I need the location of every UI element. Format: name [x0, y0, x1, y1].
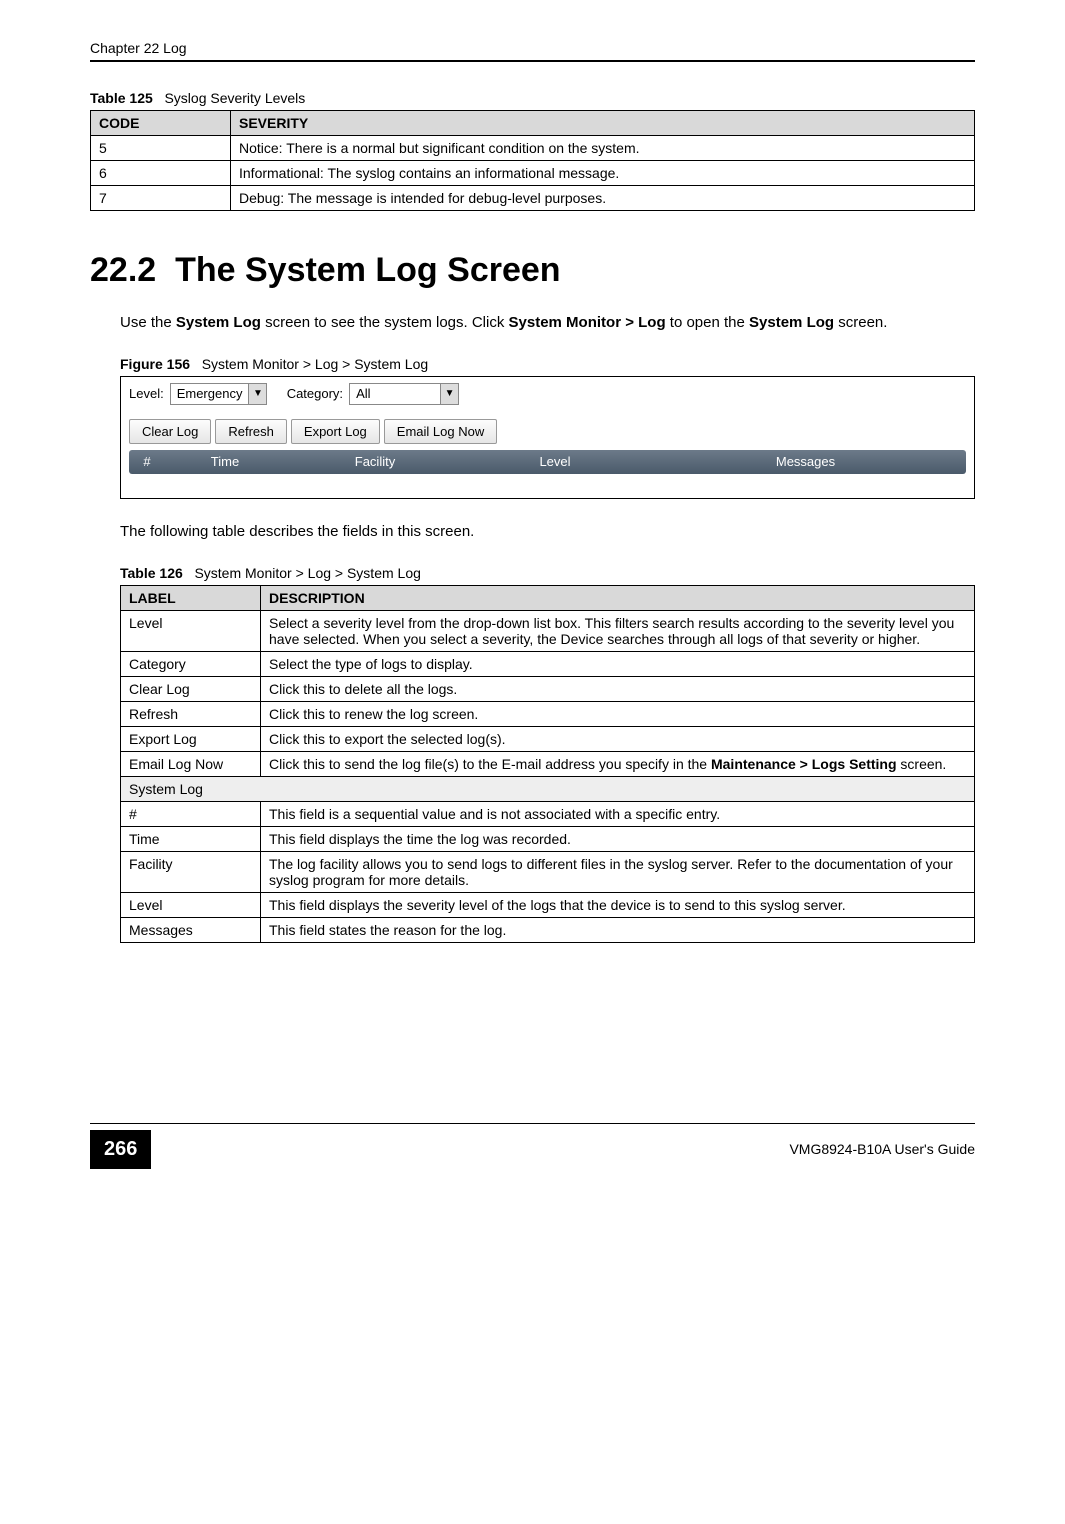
footer-guide-name: VMG8924-B10A User's Guide [789, 1141, 975, 1157]
table126-desc: The log facility allows you to send logs… [261, 851, 975, 892]
page-number: 266 [90, 1130, 151, 1169]
intro-pre: Use the [120, 314, 176, 331]
table126-desc: This field displays the time the log was… [261, 826, 975, 851]
table126-intro: The following table describes the fields… [90, 521, 975, 543]
table125-severity: Debug: The message is intended for debug… [231, 186, 975, 211]
table126: LABEL DESCRIPTION Level Select a severit… [120, 585, 975, 943]
fig-col-num: # [129, 454, 165, 469]
table126-desc: Select the type of logs to display. [261, 651, 975, 676]
table126-header-label: LABEL [121, 585, 261, 610]
level-select[interactable]: Emergency ▼ [170, 383, 268, 405]
level-select-value: Emergency [171, 384, 249, 403]
table126-label: Export Log [121, 726, 261, 751]
table125-severity: Notice: There is a normal but significan… [231, 136, 975, 161]
footer-rule [90, 1123, 975, 1124]
table126-label: Table 126 [120, 565, 183, 581]
table126-label: Level [121, 892, 261, 917]
intro-mid1: screen to see the system logs. Click [261, 314, 509, 331]
table126-label: Messages [121, 917, 261, 942]
intro-b1: System Log [176, 314, 261, 331]
table125-header-severity: SEVERITY [231, 111, 975, 136]
figure156-screenshot: Level: Emergency ▼ Category: All ▼ Clear… [120, 376, 975, 499]
table125-code: 7 [91, 186, 231, 211]
fig-col-time: Time [165, 454, 285, 469]
refresh-button[interactable]: Refresh [215, 419, 287, 444]
chevron-down-icon: ▼ [248, 384, 266, 404]
table125-code: 6 [91, 161, 231, 186]
email-log-now-button[interactable]: Email Log Now [384, 419, 497, 444]
intro-mid2: to open the [666, 314, 749, 331]
section-number: 22.2 [90, 251, 156, 289]
category-select[interactable]: All ▼ [349, 383, 459, 405]
figure156-label: Figure 156 [120, 356, 190, 372]
figure156-caption: Figure 156 System Monitor > Log > System… [90, 356, 975, 372]
table125-caption: Table 125 Syslog Severity Levels [90, 90, 975, 106]
header-rule [90, 60, 975, 62]
fig-col-facility: Facility [285, 454, 465, 469]
figure156-title: System Monitor > Log > System Log [202, 356, 428, 372]
category-label: Category: [287, 386, 343, 401]
table125: CODE SEVERITY 5 Notice: There is a norma… [90, 110, 975, 211]
clear-log-button[interactable]: Clear Log [129, 419, 211, 444]
table126-label: Time [121, 826, 261, 851]
table-row: Category Select the type of logs to disp… [121, 651, 975, 676]
table126-label: Level [121, 610, 261, 651]
table126-desc: Click this to send the log file(s) to th… [261, 751, 975, 776]
table-row: 6 Informational: The syslog contains an … [91, 161, 975, 186]
figure-table-header: # Time Facility Level Messages [129, 450, 966, 474]
table126-caption: Table 126 System Monitor > Log > System … [90, 565, 975, 581]
email-desc-pre: Click this to send the log file(s) to th… [269, 756, 711, 772]
table-row: Messages This field states the reason fo… [121, 917, 975, 942]
table126-desc: This field states the reason for the log… [261, 917, 975, 942]
fig-col-messages: Messages [645, 454, 966, 469]
table125-label: Table 125 [90, 90, 153, 106]
intro-b2: System Monitor > Log [509, 314, 666, 331]
table126-title: System Monitor > Log > System Log [194, 565, 420, 581]
table-row: 5 Notice: There is a normal but signific… [91, 136, 975, 161]
table126-desc: Click this to export the selected log(s)… [261, 726, 975, 751]
table126-desc: Select a severity level from the drop-do… [261, 610, 975, 651]
section-title: The System Log Screen [175, 251, 560, 289]
table126-desc: This field is a sequential value and is … [261, 801, 975, 826]
table126-desc: Click this to renew the log screen. [261, 701, 975, 726]
table-row: Level Select a severity level from the d… [121, 610, 975, 651]
email-desc-post: screen. [897, 756, 947, 772]
chevron-down-icon: ▼ [440, 384, 458, 404]
table-row: Level This field displays the severity l… [121, 892, 975, 917]
table-row: # This field is a sequential value and i… [121, 801, 975, 826]
table125-code: 5 [91, 136, 231, 161]
table-row: Email Log Now Click this to send the log… [121, 751, 975, 776]
chapter-header: Chapter 22 Log [90, 40, 187, 56]
export-log-button[interactable]: Export Log [291, 419, 380, 444]
level-label: Level: [129, 386, 164, 401]
table126-label: Clear Log [121, 676, 261, 701]
table126-label: Facility [121, 851, 261, 892]
table-row: Time This field displays the time the lo… [121, 826, 975, 851]
table126-label: Email Log Now [121, 751, 261, 776]
table-row: 7 Debug: The message is intended for deb… [91, 186, 975, 211]
intro-paragraph: Use the System Log screen to see the sys… [90, 312, 975, 334]
section-heading: 22.2 The System Log Screen [90, 251, 975, 290]
table126-desc: This field displays the severity level o… [261, 892, 975, 917]
fig-col-level: Level [465, 454, 645, 469]
table125-title: Syslog Severity Levels [164, 90, 305, 106]
table-row: Facility The log facility allows you to … [121, 851, 975, 892]
table-row: Export Log Click this to export the sele… [121, 726, 975, 751]
table126-desc: Click this to delete all the logs. [261, 676, 975, 701]
category-select-value: All [350, 384, 440, 403]
table-row: Refresh Click this to renew the log scre… [121, 701, 975, 726]
intro-b3: System Log [749, 314, 834, 331]
table126-section-label: System Log [121, 776, 975, 801]
table125-header-code: CODE [91, 111, 231, 136]
table126-label: Category [121, 651, 261, 676]
table-row: Clear Log Click this to delete all the l… [121, 676, 975, 701]
table126-header-description: DESCRIPTION [261, 585, 975, 610]
table125-severity: Informational: The syslog contains an in… [231, 161, 975, 186]
email-desc-bold: Maintenance > Logs Setting [711, 756, 897, 772]
table126-label: # [121, 801, 261, 826]
intro-post: screen. [834, 314, 887, 331]
table126-section-row: System Log [121, 776, 975, 801]
table126-label: Refresh [121, 701, 261, 726]
